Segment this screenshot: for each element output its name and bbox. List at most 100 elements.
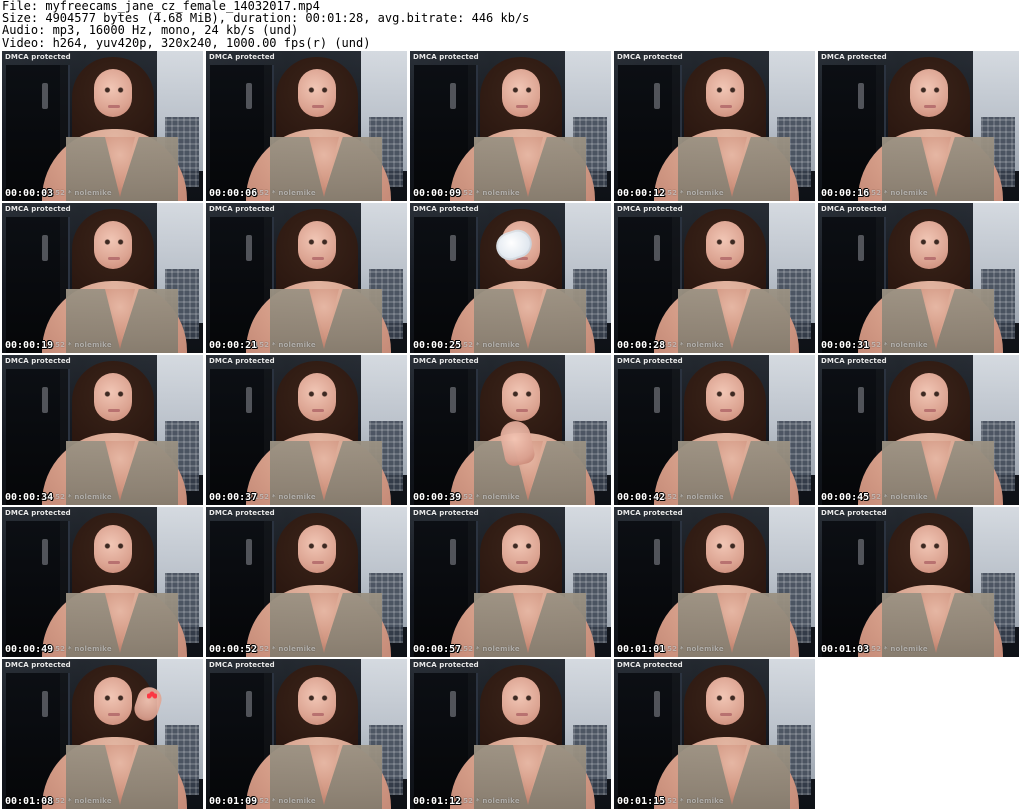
dmca-protected-label: DMCA protected xyxy=(413,509,479,517)
dmca-protected-label: DMCA protected xyxy=(617,509,683,517)
person-eyes xyxy=(307,391,329,397)
person-face xyxy=(502,373,540,421)
person-eyes xyxy=(307,543,329,549)
watermark-text: 152 * nolemike xyxy=(254,341,316,349)
person-mouth xyxy=(516,409,528,412)
person-mouth xyxy=(312,409,324,412)
dmca-protected-label: DMCA protected xyxy=(821,53,887,61)
person-mouth xyxy=(924,257,936,260)
thumbnail-frame: DMCA protected 152 * nolemike 00:01:08 xyxy=(2,659,203,809)
dmca-protected-label: DMCA protected xyxy=(5,53,71,61)
thumbnail-timestamp: 00:01:09 xyxy=(209,796,258,807)
watermark-text: 152 * nolemike xyxy=(458,797,520,805)
person-mouth xyxy=(516,561,528,564)
person-mouth xyxy=(312,257,324,260)
thumbnail-frame: DMCA protected 152 * nolemike 00:00:42 xyxy=(614,355,815,505)
person-eyes xyxy=(715,543,737,549)
thumbnail-frame: DMCA protected 152 * nolemike 00:00:37 xyxy=(206,355,407,505)
watermark-text: 152 * nolemike xyxy=(662,341,724,349)
thumbnail-frame: DMCA protected 152 * nolemike 00:00:34 xyxy=(2,355,203,505)
person-face xyxy=(910,221,948,269)
watermark-text: 152 * nolemike xyxy=(662,645,724,653)
thumbnail-frame: DMCA protected 152 * nolemike 00:00:06 xyxy=(206,51,407,201)
person-mouth xyxy=(720,409,732,412)
person-face xyxy=(910,69,948,117)
thumbnail-frame: DMCA protected 152 * nolemike 00:00:03 xyxy=(2,51,203,201)
person-face xyxy=(910,525,948,573)
watermark-text: 152 * nolemike xyxy=(866,189,928,197)
thumbnail-timestamp: 00:01:01 xyxy=(617,644,666,655)
person-eyes xyxy=(715,695,737,701)
person-eyes xyxy=(103,695,125,701)
person-eyes xyxy=(919,239,941,245)
watermark-text: 152 * nolemike xyxy=(254,189,316,197)
thumbnail-frame: DMCA protected 152 * nolemike 00:01:15 xyxy=(614,659,815,809)
thumbnail-frame: DMCA protected 152 * nolemike 00:01:03 xyxy=(818,507,1019,657)
red-nails-icon xyxy=(147,689,157,699)
thumbnail-frame: DMCA protected 152 * nolemike 00:01:09 xyxy=(206,659,407,809)
person-face xyxy=(94,69,132,117)
watermark-text: 152 * nolemike xyxy=(662,493,724,501)
dmca-protected-label: DMCA protected xyxy=(209,661,275,669)
person-face xyxy=(94,221,132,269)
person-eyes xyxy=(919,391,941,397)
person-eyes xyxy=(103,239,125,245)
thumbnail-frame: DMCA protected 152 * nolemike 00:00:28 xyxy=(614,203,815,353)
person-face xyxy=(94,373,132,421)
dmca-protected-label: DMCA protected xyxy=(5,357,71,365)
person-mouth xyxy=(924,409,936,412)
dmca-protected-label: DMCA protected xyxy=(209,509,275,517)
person-face xyxy=(706,69,744,117)
thumbnail-timestamp: 00:01:08 xyxy=(5,796,54,807)
person-face xyxy=(298,525,336,573)
person-mouth xyxy=(108,409,120,412)
thumbnail-timestamp: 00:00:37 xyxy=(209,492,258,503)
watermark-text: 152 * nolemike xyxy=(50,493,112,501)
thumbnail-timestamp: 00:00:03 xyxy=(5,188,54,199)
dmca-protected-label: DMCA protected xyxy=(209,53,275,61)
person-eyes xyxy=(715,87,737,93)
person-mouth xyxy=(516,713,528,716)
watermark-text: 152 * nolemike xyxy=(662,189,724,197)
person-mouth xyxy=(720,713,732,716)
thumbnail-timestamp: 00:00:31 xyxy=(821,340,870,351)
person-mouth xyxy=(720,561,732,564)
dmca-protected-label: DMCA protected xyxy=(617,661,683,669)
thumbnail-timestamp: 00:00:49 xyxy=(5,644,54,655)
person-face xyxy=(94,677,132,725)
thumbnail-timestamp: 00:00:16 xyxy=(821,188,870,199)
thumbnail-frame: DMCA protected 152 * nolemike 00:00:39 xyxy=(410,355,611,505)
thumbnail-timestamp: 00:01:15 xyxy=(617,796,666,807)
thumbnail-timestamp: 00:00:12 xyxy=(617,188,666,199)
thumbnail-timestamp: 00:00:25 xyxy=(413,340,462,351)
watermark-text: 152 * nolemike xyxy=(458,493,520,501)
watermark-text: 152 * nolemike xyxy=(866,493,928,501)
thumbnail-timestamp: 00:00:28 xyxy=(617,340,666,351)
person-eyes xyxy=(511,695,533,701)
person-face xyxy=(298,677,336,725)
dmca-protected-label: DMCA protected xyxy=(413,357,479,365)
thumbnail-timestamp: 00:00:06 xyxy=(209,188,258,199)
dmca-protected-label: DMCA protected xyxy=(5,205,71,213)
file-info-line-4: Video: h264, yuv420p, 320x240, 1000.00 f… xyxy=(2,35,371,50)
thumbnail-frame: DMCA protected 152 * nolemike 00:00:57 xyxy=(410,507,611,657)
person-face xyxy=(706,525,744,573)
thumbnail-frame: DMCA protected 152 * nolemike 00:00:12 xyxy=(614,51,815,201)
thumbnail-frame: DMCA protected 152 * nolemike 00:00:19 xyxy=(2,203,203,353)
person-face xyxy=(298,221,336,269)
person-mouth xyxy=(312,105,324,108)
watermark-text: 152 * nolemike xyxy=(458,645,520,653)
dmca-protected-label: DMCA protected xyxy=(209,357,275,365)
watermark-text: 152 * nolemike xyxy=(866,645,928,653)
watermark-text: 152 * nolemike xyxy=(50,341,112,349)
dmca-protected-label: DMCA protected xyxy=(209,205,275,213)
person-mouth xyxy=(108,105,120,108)
dmca-protected-label: DMCA protected xyxy=(617,357,683,365)
dmca-protected-label: DMCA protected xyxy=(821,205,887,213)
person-mouth xyxy=(108,257,120,260)
person-eyes xyxy=(715,391,737,397)
thumbnail-frame: DMCA protected 152 * nolemike 00:00:09 xyxy=(410,51,611,201)
thumbnail-frame: DMCA protected 152 * nolemike 00:00:25 xyxy=(410,203,611,353)
dmca-protected-label: DMCA protected xyxy=(5,509,71,517)
file-info-header: File: myfreecams_jane_cz_female_14032017… xyxy=(2,0,1020,50)
